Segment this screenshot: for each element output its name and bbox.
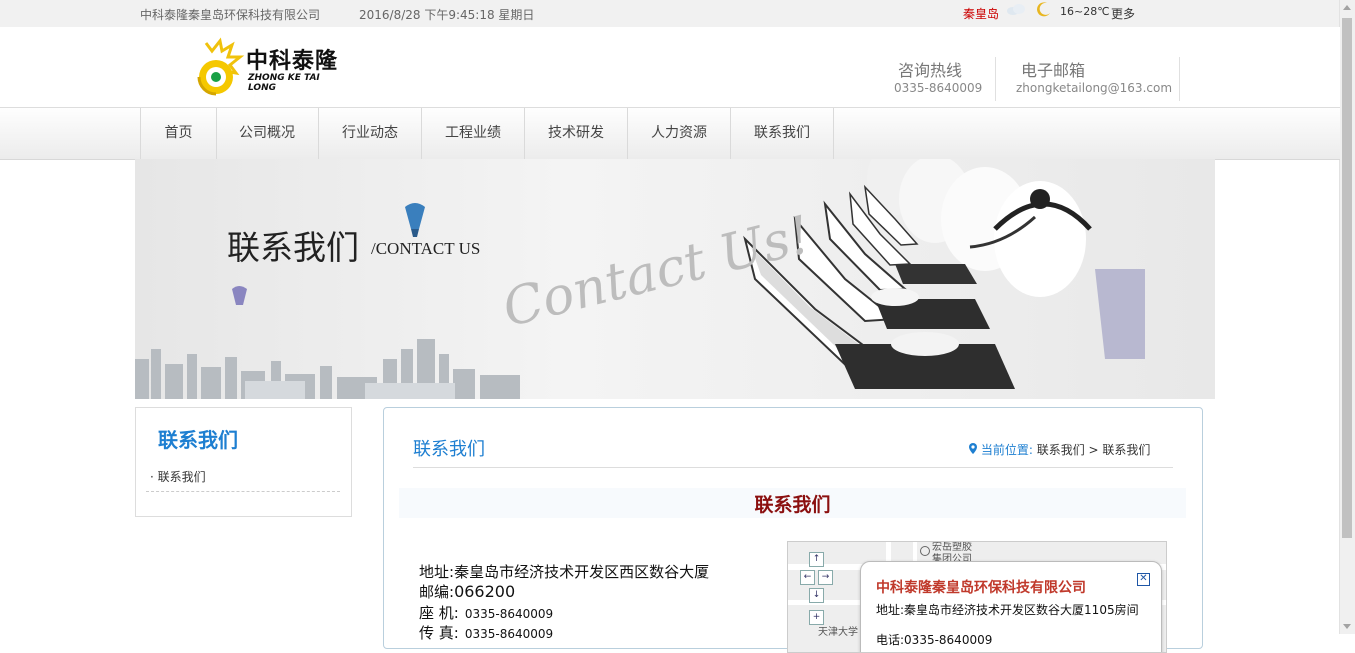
postcode-line: 邮编:066200 — [419, 581, 515, 602]
banner-title: 联系我们 — [227, 228, 359, 267]
map-pan-down-icon[interactable]: ↓ — [809, 588, 824, 603]
top-company-name: 中科泰隆秦皇岛环保科技有限公司 — [140, 8, 321, 22]
site-header: 中科泰隆 ZHONG KE TAI LONG 咨询热线 0335-8640009… — [0, 27, 1340, 108]
map-poi-icon — [920, 546, 930, 556]
top-bar: 中科泰隆秦皇岛环保科技有限公司 2016/8/28 下午9:45:18 星期日 … — [0, 0, 1340, 27]
scroll-thumb[interactable] — [1342, 18, 1352, 538]
location-map[interactable]: ↑ ← → ↓ + 宏岳塑胶集团公司 天津大学 中科泰隆秦皇岛环保科技有限公司 … — [787, 541, 1167, 653]
content-title: 联系我们 — [413, 439, 485, 460]
phone-line: 座 机: 0335-8640009 — [419, 602, 553, 623]
section-title: 联系我们 — [754, 494, 831, 516]
hotline-label: 咨询热线 — [898, 61, 963, 80]
address-value: 秦皇岛市经济技术开发区西区数谷大厦 — [454, 563, 710, 581]
logo-emblem-icon — [197, 37, 245, 96]
hotline-value: 0335-8640009 — [894, 81, 983, 95]
content-divider — [413, 467, 1173, 468]
section-band: 联系我们 — [399, 488, 1186, 518]
header-divider — [1179, 57, 1180, 101]
scroll-up-icon[interactable] — [1343, 5, 1351, 10]
phone-value: 0335-8640009 — [464, 607, 554, 621]
sidebar: 联系我们 · 联系我们 — [135, 407, 352, 517]
fax-value: 0335-8640009 — [464, 627, 554, 641]
logo-english-text: ZHONG KE TAI LONG — [248, 73, 320, 93]
main-content: 联系我们 当前位置: 联系我们 > 联系我们 联系我们 地址:秦皇岛市经济技术开… — [383, 407, 1203, 653]
cloud-icon — [1007, 4, 1025, 15]
postcode-label: 邮编: — [419, 583, 455, 601]
nav-projects[interactable]: 工程业绩 — [422, 108, 525, 159]
popup-address: 地址:秦皇岛市经济技术开发区数谷大厦1105房间 — [876, 603, 1139, 617]
postcode-value: 066200 — [454, 582, 516, 601]
site-logo[interactable]: 中科泰隆 ZHONG KE TAI LONG — [192, 37, 342, 99]
nav-research[interactable]: 技术研发 — [525, 108, 628, 159]
nav-contact[interactable]: 联系我们 — [731, 108, 834, 159]
phone-label: 座 机: — [419, 604, 459, 622]
sidebar-divider — [146, 491, 340, 492]
sidebar-item-label: 联系我们 — [157, 470, 206, 484]
popup-close-icon[interactable]: ✕ — [1137, 573, 1150, 586]
main-nav: 首页 公司概况 行业动态 工程业绩 技术研发 人力资源 联系我们 — [0, 108, 1340, 160]
map-pan-right-icon[interactable]: → — [818, 570, 833, 585]
popup-title: 中科泰隆秦皇岛环保科技有限公司 — [876, 580, 1086, 596]
sidebar-title: 联系我们 — [158, 428, 238, 452]
breadcrumb: 当前位置: 联系我们 > 联系我们 — [969, 441, 1150, 458]
address-line: 地址:秦皇岛市经济技术开发区西区数谷大厦 — [419, 561, 709, 582]
fax-line: 传 真: 0335-8640009 — [419, 622, 553, 643]
nav-hr[interactable]: 人力资源 — [628, 108, 731, 159]
weather-city[interactable]: 秦皇岛 — [963, 5, 999, 22]
banner-subtitle: /CONTACT US — [371, 239, 481, 258]
breadcrumb-path[interactable]: 联系我们 > 联系我们 — [1037, 443, 1151, 457]
breadcrumb-label: 当前位置: — [980, 443, 1033, 457]
header-divider — [995, 57, 996, 101]
email-label: 电子邮箱 — [1021, 61, 1086, 80]
weather-more-link[interactable]: 更多 — [1111, 5, 1135, 22]
nav-home[interactable]: 首页 — [140, 108, 217, 159]
moon-icon — [1037, 2, 1050, 17]
email-value[interactable]: zhongketailong@163.com — [1016, 81, 1172, 95]
top-datetime: 2016/8/28 下午9:45:18 星期日 — [359, 8, 535, 22]
map-pan-up-icon[interactable]: ↑ — [809, 552, 824, 567]
hotline-box: 咨询热线 0335-8640009 — [880, 55, 983, 99]
location-pin-icon — [969, 443, 977, 454]
nav-industry-news[interactable]: 行业动态 — [319, 108, 422, 159]
address-label: 地址: — [419, 563, 455, 581]
map-info-popup: 中科泰隆秦皇岛环保科技有限公司 ✕ 地址:秦皇岛市经济技术开发区数谷大厦1105… — [860, 561, 1162, 652]
email-box: 电子邮箱 zhongketailong@163.com — [1010, 55, 1180, 99]
weather-temperature: 16~28℃ — [1060, 5, 1110, 18]
page-banner: 联系我们 /CONTACT US Contact Us! — [135, 159, 1215, 399]
nav-company-overview[interactable]: 公司概况 — [216, 108, 319, 159]
scroll-down-icon[interactable] — [1343, 624, 1351, 629]
fax-label: 传 真: — [419, 624, 459, 642]
logo-chinese-text: 中科泰隆 — [246, 49, 339, 74]
page-scrollbar[interactable] — [1339, 0, 1355, 634]
map-pan-left-icon[interactable]: ← — [800, 570, 815, 585]
sidebar-item-contact[interactable]: · 联系我们 — [150, 468, 206, 485]
map-place-label: 天津大学 — [818, 627, 858, 638]
